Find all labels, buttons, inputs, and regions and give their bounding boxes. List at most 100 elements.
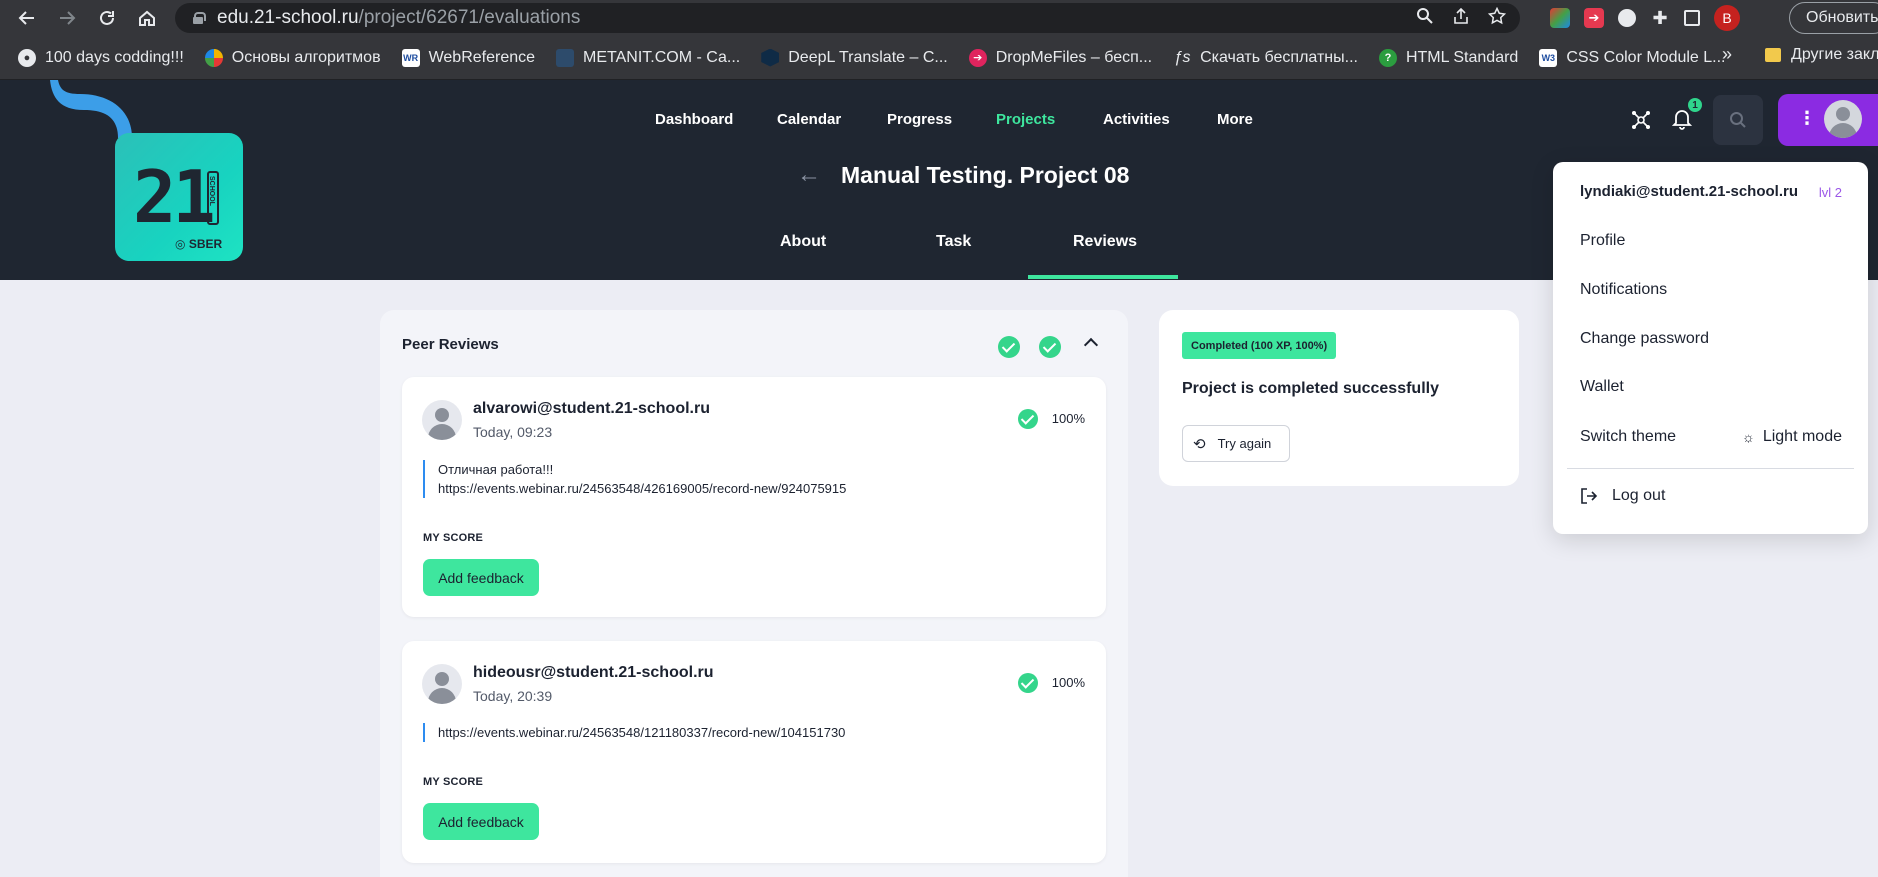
user-level: lvl 2 <box>1818 185 1842 200</box>
page-title: ← Manual Testing. Project 08 <box>797 161 1130 189</box>
bookmark-item[interactable]: ƒs Скачать бесплатны... <box>1173 49 1358 67</box>
logout-icon <box>1581 488 1598 504</box>
back-icon[interactable] <box>7 0 47 36</box>
nav-activities[interactable]: Activities <box>1103 111 1170 128</box>
fs-icon: ƒs <box>1173 48 1191 66</box>
bookmark-item[interactable]: ? HTML Standard <box>1378 48 1518 67</box>
folder-icon <box>1765 48 1781 62</box>
review-score: 100% <box>1051 675 1085 690</box>
sun-icon: ☼ <box>1741 429 1755 445</box>
circle-logo-icon <box>204 48 223 67</box>
refresh-icon: ⟲ <box>1193 435 1206 453</box>
review-card: alvarowi@student.21-school.ru Today, 09:… <box>402 377 1106 617</box>
logo-school-badge: SCHOOL <box>207 171 219 225</box>
bookmark-item[interactable]: W3 CSS Color Module L... <box>1539 48 1726 67</box>
check-circle-icon <box>1018 409 1038 429</box>
logo-sber: ◎ SBER <box>175 237 223 251</box>
review-card: hideousr@student.21-school.ru Today, 20:… <box>402 641 1106 863</box>
extension-circle-icon[interactable] <box>1618 9 1636 27</box>
review-time: Today, 09:23 <box>473 424 553 440</box>
user-email: lyndiaki@student.21-school.ru <box>1580 183 1798 200</box>
search-icon <box>1730 112 1746 128</box>
divider <box>1567 468 1854 469</box>
tab-reviews[interactable]: Reviews <box>1073 233 1137 251</box>
nav-dashboard[interactable]: Dashboard <box>655 111 733 128</box>
bookmark-item[interactable]: DeepL Translate – С... <box>761 48 948 67</box>
bookmark-item[interactable]: Основы алгоритмов <box>204 48 381 67</box>
reload-icon[interactable] <box>87 0 127 36</box>
my-score-label: MY SCORE <box>423 776 484 788</box>
add-feedback-button[interactable]: Add feedback <box>423 559 539 596</box>
bell-icon[interactable] <box>1671 108 1693 135</box>
review-score: 100% <box>1051 411 1085 426</box>
whatwg-icon: ? <box>1378 48 1397 67</box>
menu-item-wallet[interactable]: Wallet <box>1580 378 1624 396</box>
nav-more[interactable]: More <box>1217 111 1253 128</box>
chevron-up-icon[interactable] <box>1083 337 1099 353</box>
address-bar[interactable]: edu.21-school.ru/project/62671/evaluatio… <box>175 3 1520 33</box>
sidepanel-icon[interactable] <box>1684 10 1700 26</box>
zoom-icon[interactable] <box>1416 7 1434 30</box>
check-circle-icon <box>998 336 1020 358</box>
user-menu-button[interactable]: ⋮ <box>1778 94 1878 146</box>
github-icon: ● <box>18 48 36 67</box>
review-time: Today, 20:39 <box>473 688 553 704</box>
active-tab-indicator <box>1028 275 1178 279</box>
lock-icon <box>193 12 206 24</box>
bookmark-item[interactable]: ➔ DropMeFiles – бесп... <box>968 48 1152 67</box>
avatar <box>1824 100 1862 138</box>
profile-avatar[interactable]: B <box>1714 5 1740 31</box>
my-score-label: MY SCORE <box>423 532 484 544</box>
update-button[interactable]: Обновить <box>1789 2 1878 34</box>
back-arrow-icon[interactable]: ← <box>797 161 821 189</box>
nav-calendar[interactable]: Calendar <box>777 111 841 128</box>
avatar <box>422 664 462 704</box>
metanit-icon <box>556 48 575 67</box>
network-icon[interactable] <box>1631 110 1651 135</box>
bookmarks-overflow-icon[interactable]: » <box>1722 44 1732 65</box>
menu-item-switch-theme[interactable]: Switch theme <box>1580 428 1676 446</box>
nav-progress[interactable]: Progress <box>887 111 952 128</box>
extensions-puzzle-icon[interactable]: ✚ <box>1650 8 1670 28</box>
check-circle-icon <box>1018 673 1038 693</box>
status-badge: Completed (100 XP, 100%) <box>1182 332 1337 359</box>
check-circle-icon <box>1039 336 1061 358</box>
nav-projects[interactable]: Projects <box>996 111 1055 128</box>
browser-toolbar: edu.21-school.ru/project/62671/evaluatio… <box>0 0 1878 36</box>
wr-icon: WR <box>401 48 420 67</box>
bookmark-item[interactable]: WR WebReference <box>401 48 535 67</box>
bookmarks-bar: ● 100 days codding!!! Основы алгоритмов … <box>0 36 1878 80</box>
tab-about[interactable]: About <box>780 233 826 251</box>
extension-arrow-icon[interactable]: ➔ <box>1584 8 1604 28</box>
star-icon[interactable] <box>1487 6 1507 30</box>
menu-item-profile[interactable]: Profile <box>1580 232 1625 250</box>
review-comment: https://events.webinar.ru/24563548/12118… <box>423 723 845 742</box>
peer-reviews-panel: Peer Reviews alvarowi@student.21-school.… <box>380 310 1128 877</box>
menu-item-notifications[interactable]: Notifications <box>1580 281 1667 299</box>
menu-item-change-password[interactable]: Change password <box>1580 330 1709 348</box>
avatar <box>422 400 462 440</box>
other-bookmarks[interactable]: Другие закл <box>1765 46 1878 64</box>
bookmark-item[interactable]: METANIT.COM - Са... <box>556 48 740 67</box>
reviewer-email: alvarowi@student.21-school.ru <box>473 400 710 417</box>
reviewer-email: hideousr@student.21-school.ru <box>473 664 714 681</box>
extension-colorful-icon[interactable] <box>1550 8 1570 28</box>
home-icon[interactable] <box>127 0 167 36</box>
tab-task[interactable]: Task <box>936 233 971 251</box>
search-button[interactable] <box>1713 95 1763 145</box>
try-again-button[interactable]: ⟲ Try again <box>1182 425 1290 462</box>
add-feedback-button[interactable]: Add feedback <box>423 803 539 840</box>
bookmark-item[interactable]: ● 100 days codding!!! <box>18 48 184 67</box>
forward-icon[interactable] <box>47 0 87 36</box>
share-icon[interactable] <box>1452 7 1470 30</box>
status-title: Project is completed successfully <box>1182 380 1439 397</box>
logo-ribbon <box>20 80 132 138</box>
url-text: edu.21-school.ru/project/62671/evaluatio… <box>217 7 581 28</box>
notification-badge: 1 <box>1688 98 1702 112</box>
menu-item-logout[interactable]: Log out <box>1580 487 1665 505</box>
dropmefiles-icon: ➔ <box>968 48 987 67</box>
theme-toggle[interactable]: ☼ Light mode <box>1742 428 1842 446</box>
deepl-icon <box>761 48 780 67</box>
school-21-logo[interactable]: 21 SCHOOL ◎ SBER <box>115 133 243 261</box>
user-dropdown-menu: lyndiaki@student.21-school.ru lvl 2 Prof… <box>1553 162 1868 534</box>
